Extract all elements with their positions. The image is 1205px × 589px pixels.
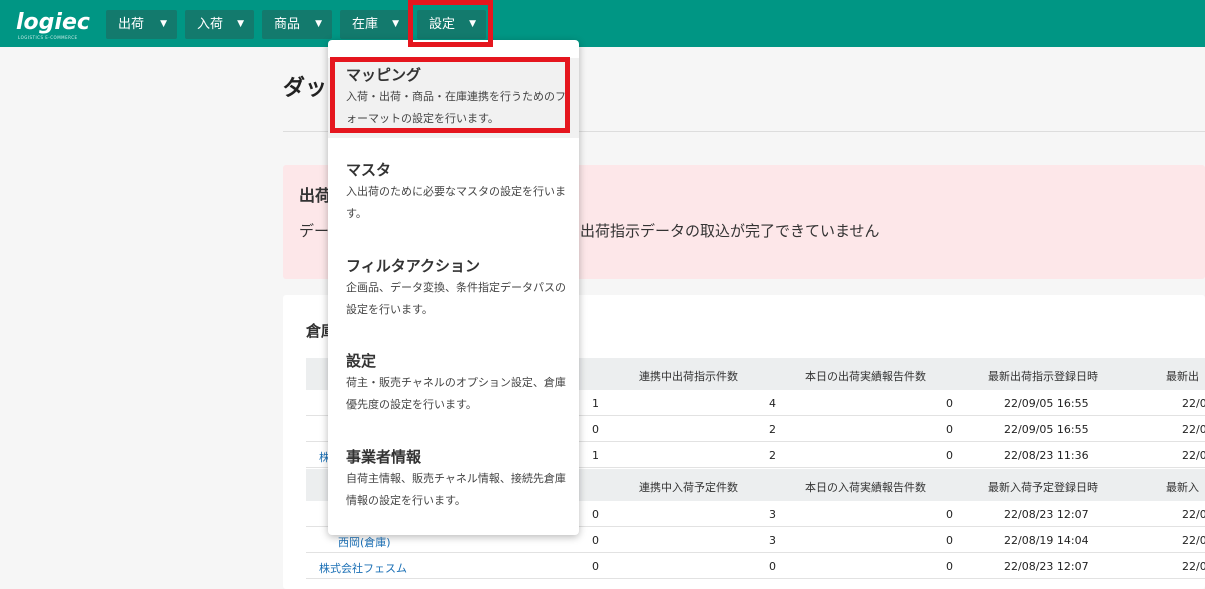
nav-receiving-button[interactable]: 入荷 ▼ — [185, 10, 254, 39]
nav-label: 在庫 — [352, 17, 379, 32]
cell: 0 — [946, 508, 953, 521]
settings-highlight-box — [408, 0, 493, 47]
page-title: ダッ — [283, 76, 328, 101]
cell: 0 — [946, 397, 953, 410]
cell: 22/08/23 11:36 — [1004, 449, 1089, 462]
cell: 22/08/23 12:07 — [1004, 560, 1089, 573]
alert-text-right: 出荷指示データの取込が完了できていません — [580, 222, 880, 240]
column-header: 連携中入荷予定件数 — [639, 481, 738, 494]
cell: 22/08/19 14:04 — [1004, 534, 1089, 547]
nav-inventory-button[interactable]: 在庫 ▼ — [340, 10, 409, 39]
column-header: 本日の出荷実績報告件数 — [805, 370, 926, 383]
column-header: 最新入荷予定登録日時 — [988, 481, 1098, 494]
cell: 22/0 — [1182, 534, 1205, 547]
chevron-down-icon: ▼ — [160, 19, 167, 29]
nav-label: 入荷 — [197, 17, 224, 32]
menu-item-title: 設定 — [346, 352, 377, 370]
chevron-down-icon: ▼ — [315, 19, 322, 29]
menu-item-description: 荷主・販売チャネルのオプション設定、倉庫優先度の設定を行います。 — [346, 376, 566, 411]
cell: 0 — [592, 508, 599, 521]
cell: 22/0 — [1182, 560, 1205, 573]
menu-item-description: 企画品、データ変換、条件指定データパスの設定を行います。 — [346, 281, 566, 316]
column-header: 最新入 — [1166, 481, 1199, 494]
cell: 22/08/23 12:07 — [1004, 508, 1089, 521]
chevron-down-icon: ▼ — [392, 19, 399, 29]
nav-products-button[interactable]: 商品 ▼ — [262, 10, 332, 39]
column-header: 連携中出荷指示件数 — [639, 370, 738, 383]
menu-item-description: 入出荷のために必要なマスタの設定を行います。 — [346, 185, 566, 220]
menu-item-title: フィルタアクション — [346, 257, 480, 275]
cell: 1 — [592, 449, 599, 462]
column-header: 最新出 — [1166, 370, 1199, 383]
cell: 1 — [592, 397, 599, 410]
alert-title: 出荷 — [299, 186, 332, 205]
nav-label: 出荷 — [118, 17, 145, 32]
menu-item-master[interactable]: マスタ 入出荷のために必要なマスタの設定を行います。 — [328, 153, 579, 233]
menu-item-title: マスタ — [346, 161, 392, 179]
table-row: 株式会社フェスム 0 0 0 22/08/23 12:07 22/0 — [306, 553, 1205, 579]
menu-item-title: 事業者情報 — [346, 448, 422, 466]
chevron-down-icon: ▼ — [237, 19, 244, 29]
cell: 22/0 — [1182, 423, 1205, 436]
column-header: 最新出荷指示登録日時 — [988, 370, 1098, 383]
cell: 0 — [592, 534, 599, 547]
logo-subtitle: LOGISTICS E-COMMERCE — [18, 35, 78, 40]
logiec-logo[interactable]: logiec — [16, 10, 90, 36]
cell: 3 — [769, 508, 776, 521]
menu-item-description: 自荷主情報、販売チャネル情報、接続先倉庫情報の設定を行います。 — [346, 472, 566, 507]
menu-item-settings[interactable]: 設定 荷主・販売チャネルのオプション設定、倉庫優先度の設定を行います。 — [328, 344, 579, 424]
cell: 2 — [769, 423, 776, 436]
top-navbar: logiec LOGISTICS E-COMMERCE 出荷 ▼ 入荷 ▼ 商品… — [0, 0, 1205, 47]
nav-shipping-button[interactable]: 出荷 ▼ — [106, 10, 177, 39]
menu-item-filter-action[interactable]: フィルタアクション 企画品、データ変換、条件指定データパスの設定を行います。 — [328, 249, 579, 329]
cell: 0 — [946, 423, 953, 436]
cell: 0 — [769, 560, 776, 573]
cell: 22/0 — [1182, 449, 1205, 462]
alert-text-left: デー — [299, 222, 330, 240]
warehouse-link[interactable]: 西岡(倉庫) — [338, 534, 391, 550]
warehouse-link[interactable]: 株式会社フェスム — [319, 560, 407, 576]
menu-item-business-info[interactable]: 事業者情報 自荷主情報、販売チャネル情報、接続先倉庫情報の設定を行います。 — [328, 440, 579, 520]
nav-label: 商品 — [274, 17, 301, 32]
cell: 22/0 — [1182, 508, 1205, 521]
column-header: 本日の入荷実績報告件数 — [805, 481, 926, 494]
cell: 0 — [946, 534, 953, 547]
cell: 0 — [946, 560, 953, 573]
cell: 0 — [592, 423, 599, 436]
cell: 2 — [769, 449, 776, 462]
mapping-highlight-box — [330, 57, 570, 133]
cell: 0 — [592, 560, 599, 573]
cell: 22/09/05 16:55 — [1004, 397, 1089, 410]
cell: 4 — [769, 397, 776, 410]
cell: 22/0 — [1182, 397, 1205, 410]
cell: 22/09/05 16:55 — [1004, 423, 1089, 436]
cell: 3 — [769, 534, 776, 547]
cell: 0 — [946, 449, 953, 462]
